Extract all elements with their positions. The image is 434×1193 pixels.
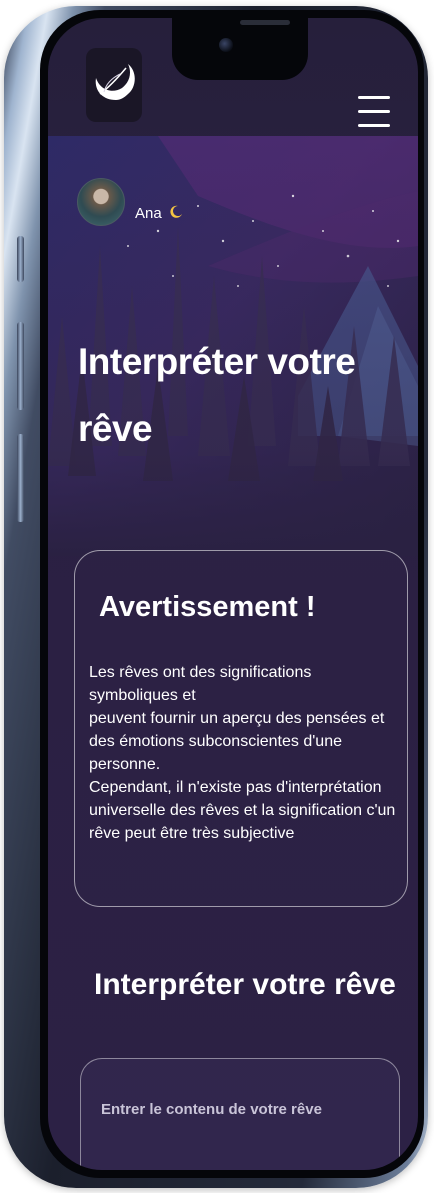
hamburger-menu-icon[interactable] [358, 96, 390, 130]
app-logo[interactable] [86, 48, 142, 122]
volume-down-button [17, 434, 24, 522]
warning-title: Avertissement ! [99, 591, 316, 623]
front-camera [219, 38, 233, 52]
user-name-label: Ana [135, 205, 162, 222]
phone-notch [172, 18, 308, 80]
volume-up-button [17, 322, 24, 410]
crescent-moon-icon [170, 205, 182, 218]
warning-card: Avertissement ! Les rêves ont des signif… [74, 550, 408, 907]
warning-text: Les rêves ont des significations symboli… [89, 664, 396, 842]
page-title: Interpréter votre rêve [78, 341, 356, 449]
interpret-section-title: Interpréter votre rêve [94, 968, 396, 1001]
app-screen: Ana Interpréter votre rêve Avertissement… [48, 18, 418, 1170]
silent-switch [17, 236, 24, 282]
moon-feather-logo-icon [95, 64, 135, 100]
dream-input-container[interactable] [80, 1058, 400, 1170]
dream-content-input[interactable] [99, 1093, 393, 1125]
user-name: Ana [135, 205, 183, 222]
earpiece-speaker [240, 20, 290, 25]
avatar[interactable] [77, 178, 125, 226]
